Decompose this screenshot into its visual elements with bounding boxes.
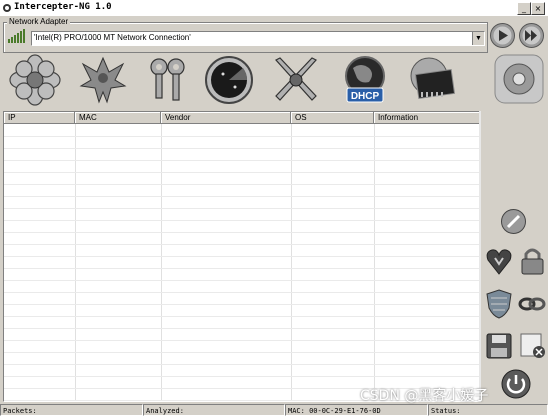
settings-gear-button[interactable]	[494, 54, 544, 104]
status-state: Status:	[428, 404, 548, 416]
column-header-information[interactable]: Information	[374, 112, 480, 124]
network-adapter-label: Network Adapter	[7, 17, 71, 26]
table-row	[4, 172, 480, 173]
close-button[interactable]: ×	[531, 2, 545, 15]
network-card-icon[interactable]	[405, 54, 457, 106]
adapter-select-value: 'Intel(R) PRO/1000 MT Network Connection…	[34, 33, 191, 42]
table-row	[4, 280, 480, 281]
table-row	[4, 292, 480, 293]
status-packets: Packets:	[0, 404, 143, 416]
table-row	[4, 136, 480, 137]
table-row	[4, 364, 480, 365]
column-header-ip[interactable]: IP	[4, 112, 75, 124]
table-row	[4, 304, 480, 305]
table-row	[4, 268, 480, 269]
chevron-down-icon[interactable]: ▼	[472, 32, 484, 45]
table-row	[4, 256, 480, 257]
column-divider	[161, 124, 162, 401]
connect-cable-button[interactable]	[500, 208, 527, 235]
table-row	[4, 232, 480, 233]
table-row	[4, 316, 480, 317]
column-divider	[374, 124, 375, 401]
column-header-os[interactable]: OS	[291, 112, 374, 124]
table-scrollbar[interactable]	[479, 111, 481, 400]
heart-icon[interactable]	[485, 246, 513, 276]
forward-button[interactable]	[518, 22, 545, 49]
table-row	[4, 196, 480, 197]
flower-icon[interactable]	[9, 54, 61, 106]
column-header-mac[interactable]: MAC	[75, 112, 161, 124]
watermark: CSDN @黑客小媛子	[360, 388, 489, 404]
save-icon[interactable]	[485, 332, 513, 360]
table-row	[4, 244, 480, 245]
minimize-button[interactable]: _	[517, 2, 531, 15]
hosts-table[interactable]: IP MAC Vendor OS Information	[3, 111, 481, 402]
radar-icon[interactable]	[203, 54, 255, 106]
table-row	[4, 184, 480, 185]
app-icon	[3, 4, 11, 12]
dhcp-label: DHCP	[351, 91, 380, 102]
window-title: Intercepter-NG 1.0	[14, 2, 112, 12]
crossed-swords-icon[interactable]	[270, 54, 322, 106]
clear-icon[interactable]	[519, 332, 547, 360]
dhcp-globe-icon[interactable]: DHCP	[339, 54, 391, 106]
power-button[interactable]	[500, 368, 532, 400]
padlock-icon[interactable]	[519, 246, 546, 276]
column-divider	[75, 124, 76, 401]
table-row	[4, 352, 480, 353]
signal-strength-icon	[8, 29, 25, 43]
phoenix-icon[interactable]	[77, 54, 129, 106]
adapter-select[interactable]: 'Intel(R) PRO/1000 MT Network Connection…	[31, 31, 485, 46]
keys-icon[interactable]	[142, 54, 194, 106]
table-row	[4, 160, 480, 161]
column-divider	[291, 124, 292, 401]
start-button[interactable]	[489, 22, 516, 49]
table-row	[4, 148, 480, 149]
status-analyzed: Analyzed:	[143, 404, 285, 416]
shield-icon[interactable]	[485, 288, 513, 320]
table-row	[4, 376, 480, 377]
title-bar: Intercepter-NG 1.0 _ ×	[0, 0, 548, 16]
table-row	[4, 340, 480, 341]
column-header-vendor[interactable]: Vendor	[161, 112, 291, 124]
table-row	[4, 208, 480, 209]
chain-icon[interactable]	[518, 290, 546, 318]
network-adapter-group: Network Adapter 'Intel(R) PRO/1000 MT Ne…	[3, 17, 488, 53]
table-row	[4, 220, 480, 221]
status-mac: MAC: 00-0C-29-E1-76-0D	[285, 404, 428, 416]
table-row	[4, 328, 480, 329]
